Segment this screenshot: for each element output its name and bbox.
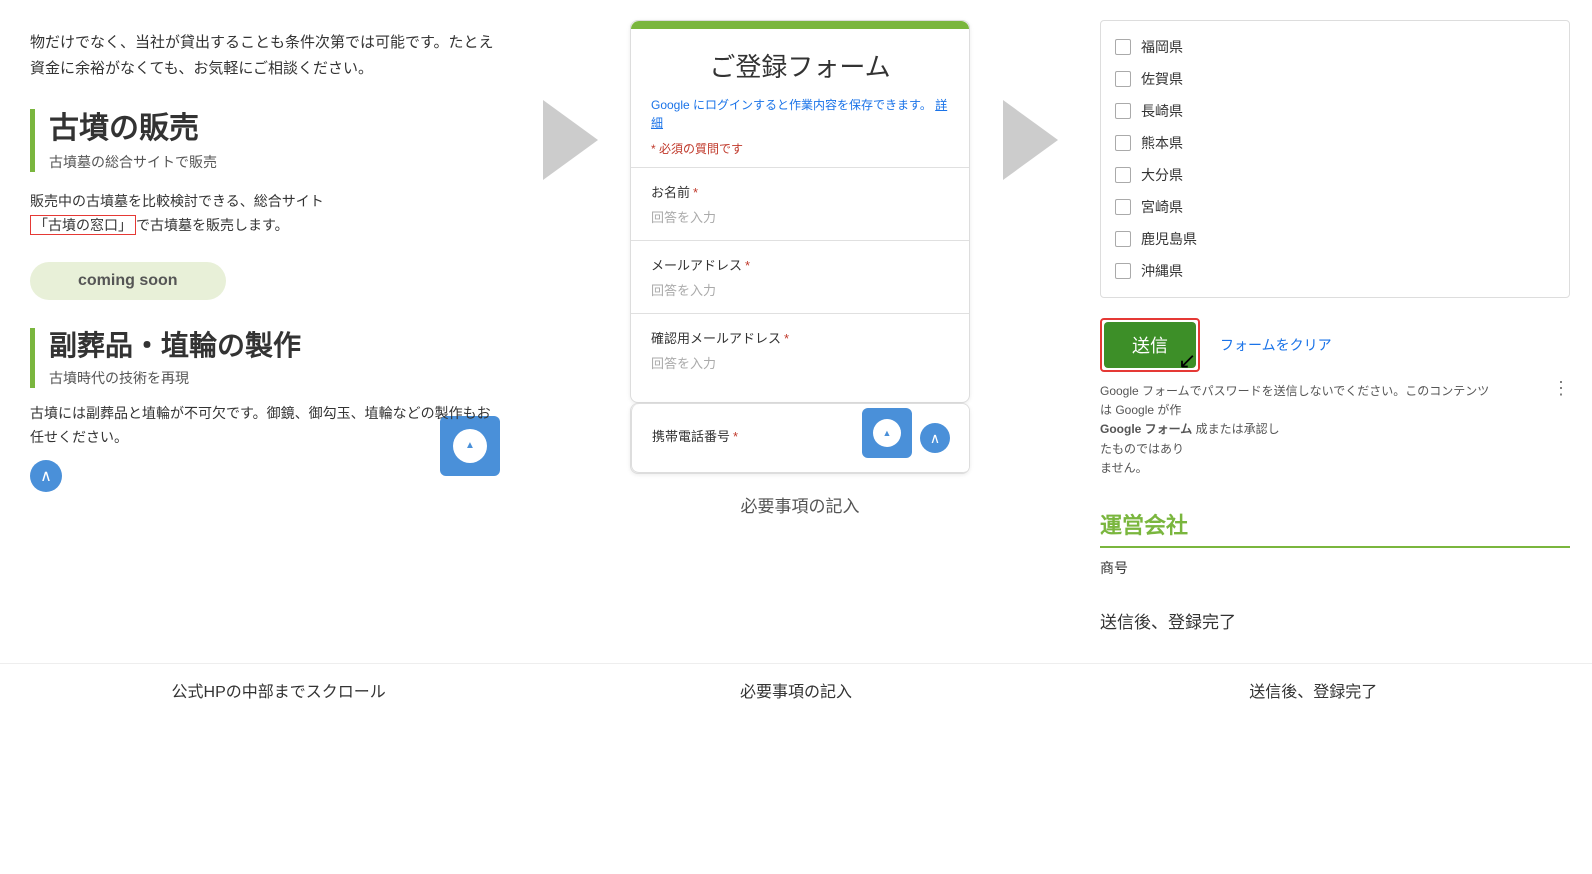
arrow2-shape bbox=[1003, 100, 1058, 180]
checkbox-miyazaki[interactable]: 宮崎県 bbox=[1115, 191, 1555, 223]
bottom-label-left: 公式HPの中部までスクロール bbox=[23, 678, 535, 702]
right-panel: 福岡県 佐賀県 長崎県 熊本県 大分県 宮崎県 bbox=[1070, 20, 1592, 633]
checkbox-saga[interactable]: 佐賀県 bbox=[1115, 63, 1555, 95]
checkbox-okinawa[interactable]: 沖縄県 bbox=[1115, 255, 1555, 287]
checkbox-okinawa-label: 沖縄県 bbox=[1141, 261, 1183, 281]
company-label: 商号 bbox=[1100, 558, 1570, 578]
checkbox-miyazaki-label: 宮崎県 bbox=[1141, 197, 1183, 217]
middle-panel: ご登録フォーム Google にログインすると作業内容を保存できます。 詳細 *… bbox=[610, 20, 990, 517]
checkbox-saga-label: 佐賀県 bbox=[1141, 69, 1183, 89]
checkbox-fukuoka[interactable]: 福岡県 bbox=[1115, 31, 1555, 63]
bottom-label-right: 送信後、登録完了 bbox=[1057, 678, 1569, 702]
checkbox-kagoshima-label: 鹿児島県 bbox=[1141, 229, 1197, 249]
section2-description: 古墳には副葬品と埴輪が不可欠です。御鏡、御勾玉、埴輪などの製作もお任せください。… bbox=[30, 402, 500, 450]
section1-description: 販売中の古墳墓を比較検討できる、総合サイト 「古墳の窓口」で古墳墓を販売します。 bbox=[30, 190, 500, 238]
right-caption: 送信後、登録完了 bbox=[1100, 608, 1570, 633]
form-phone-card: 携帯電話番号* ▲ ∧ bbox=[630, 403, 970, 474]
prefecture-checkbox-list: 福岡県 佐賀県 長崎県 熊本県 大分県 宮崎県 bbox=[1100, 20, 1570, 298]
company-section: 運営会社 商号 bbox=[1100, 508, 1570, 578]
field-name-placeholder[interactable]: 回答を入力 bbox=[651, 207, 949, 226]
section1-subtitle: 古墳墓の総合サイトで販売 bbox=[49, 152, 500, 172]
checkbox-nagasaki[interactable]: 長崎県 bbox=[1115, 95, 1555, 127]
checkbox-saga-box[interactable] bbox=[1115, 71, 1131, 87]
section1-block: 古墳の販売 古墳墓の総合サイトで販売 bbox=[30, 109, 500, 172]
checkbox-fukuoka-box[interactable] bbox=[1115, 39, 1131, 55]
section2-subtitle: 古墳時代の技術を再現 bbox=[49, 368, 500, 388]
field-email-confirm-label: 確認用メールアドレス* bbox=[651, 328, 949, 347]
bottom-labels: 公式HPの中部までスクロール 必要事項の記入 送信後、登録完了 bbox=[0, 663, 1592, 702]
checkbox-okinawa-box[interactable] bbox=[1115, 263, 1131, 279]
cursor-icon: ↙ bbox=[1178, 348, 1196, 374]
form-header-bar bbox=[631, 21, 969, 29]
checkbox-kumamoto[interactable]: 熊本県 bbox=[1115, 127, 1555, 159]
scroll-up-button[interactable]: ∧ bbox=[30, 460, 62, 492]
scroll-up-button2[interactable]: ∧ bbox=[920, 423, 950, 453]
checkbox-kumamoto-box[interactable] bbox=[1115, 135, 1131, 151]
section1-desc1: 販売中の古墳墓を比較検討できる、総合サイト bbox=[30, 193, 324, 209]
checkbox-kagoshima[interactable]: 鹿児島県 bbox=[1115, 223, 1555, 255]
field-email-confirm-placeholder[interactable]: 回答を入力 bbox=[651, 353, 949, 372]
field-email-block: メールアドレス* 回答を入力 bbox=[631, 240, 969, 313]
field-email-placeholder[interactable]: 回答を入力 bbox=[651, 280, 949, 299]
middle-caption: 必要事項の記入 bbox=[741, 492, 860, 517]
top-text: 物だけでなく、当社が貸出することも条件次第では可能です。たとえ資金に余裕がなくて… bbox=[30, 30, 500, 81]
checkbox-kagoshima-box[interactable] bbox=[1115, 231, 1131, 247]
checkbox-miyazaki-box[interactable] bbox=[1115, 199, 1131, 215]
field-name-label: お名前* bbox=[651, 182, 949, 201]
registration-form-card: ご登録フォーム Google にログインすると作業内容を保存できます。 詳細 *… bbox=[630, 20, 970, 403]
form-required-note: * 必須の質問です bbox=[631, 134, 969, 167]
field-email-label: メールアドレス* bbox=[651, 255, 949, 274]
bottom-label-middle: 必要事項の記入 bbox=[540, 678, 1052, 702]
submit-area: 送信 フォームをクリア ↙ ⋮ bbox=[1100, 318, 1570, 372]
arrow2 bbox=[990, 20, 1070, 180]
company-title: 運営会社 bbox=[1100, 508, 1570, 548]
dots-menu[interactable]: ⋮ bbox=[1552, 378, 1570, 399]
section1-desc2: で古墳墓を販売します。 bbox=[136, 217, 289, 233]
thumbnail2: ▲ bbox=[862, 408, 912, 458]
section2-title: 副葬品・埴輪の製作 bbox=[49, 328, 500, 364]
coming-soon-button[interactable]: coming soon bbox=[30, 262, 226, 300]
field-phone-label: 携帯電話番号* bbox=[652, 426, 738, 445]
section2-block: 副葬品・埴輪の製作 古墳時代の技術を再現 bbox=[30, 328, 500, 388]
checkbox-oita[interactable]: 大分県 bbox=[1115, 159, 1555, 191]
scroll-btn-area: ∧ bbox=[30, 460, 500, 492]
form-title: ご登録フォーム bbox=[631, 29, 969, 90]
field-email-confirm-block: 確認用メールアドレス* 回答を入力 bbox=[631, 313, 969, 386]
section1-title: 古墳の販売 bbox=[49, 109, 500, 148]
section1-link[interactable]: 「古墳の窓口」 bbox=[30, 215, 136, 235]
checkbox-oita-box[interactable] bbox=[1115, 167, 1131, 183]
checkbox-kumamoto-label: 熊本県 bbox=[1141, 133, 1183, 153]
field-name-block: お名前* 回答を入力 bbox=[631, 167, 969, 240]
checkbox-nagasaki-box[interactable] bbox=[1115, 103, 1131, 119]
form-google-note: Google にログインすると作業内容を保存できます。 詳細 bbox=[631, 90, 969, 134]
google-disclaimer: Google フォームでパスワードを送信しないでください。このコンテンツは Go… bbox=[1100, 382, 1570, 478]
arrow1 bbox=[530, 20, 610, 180]
arrow1-shape bbox=[543, 100, 598, 180]
checkbox-nagasaki-label: 長崎県 bbox=[1141, 101, 1183, 121]
checkbox-fukuoka-label: 福岡県 bbox=[1141, 37, 1183, 57]
checkbox-oita-label: 大分県 bbox=[1141, 165, 1183, 185]
left-panel: 物だけでなく、当社が貸出することも条件次第では可能です。たとえ資金に余裕がなくて… bbox=[0, 20, 530, 502]
form-clear-link[interactable]: フォームをクリア bbox=[1220, 335, 1332, 355]
